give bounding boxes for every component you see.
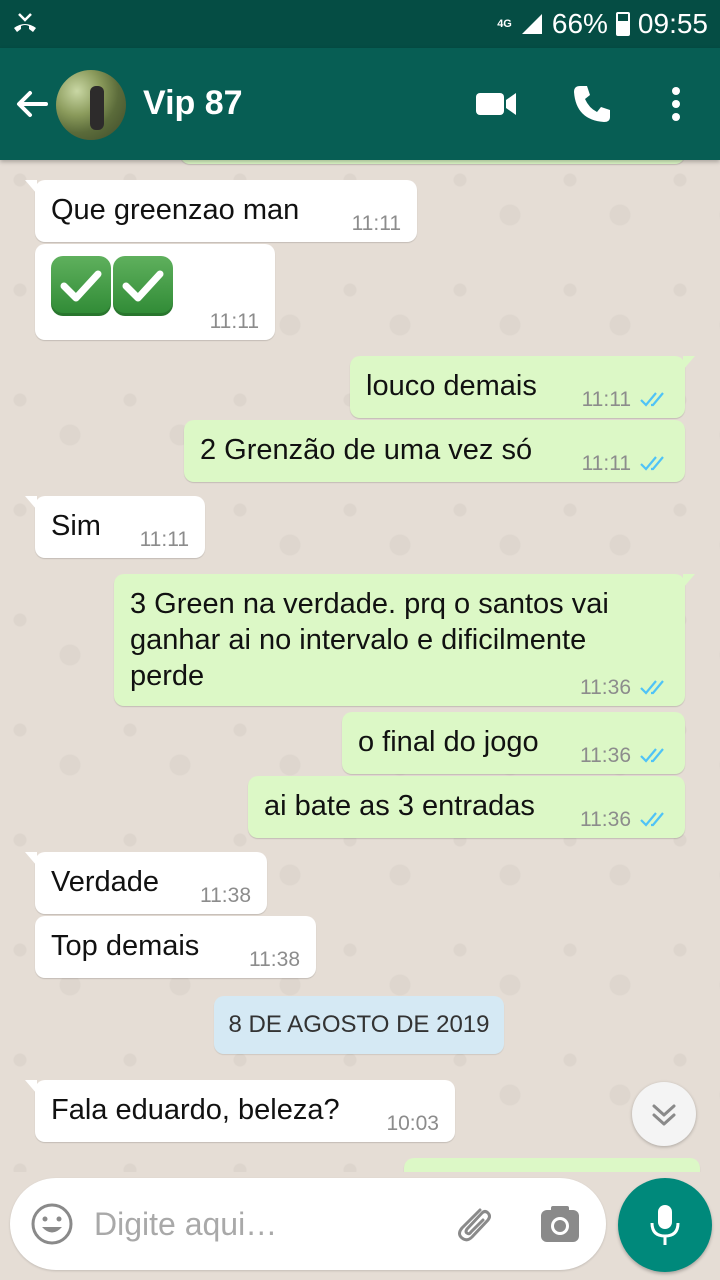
check-mark-emoji-icon	[51, 256, 111, 316]
battery-icon	[615, 12, 630, 36]
scroll-to-bottom-button[interactable]	[632, 1082, 696, 1146]
network-type-icon: 4G	[497, 17, 512, 30]
message-time: 11:11	[581, 388, 631, 411]
message-time: 11:36	[580, 808, 631, 831]
chat-area[interactable]: Que greenzao man 11:11 11:11 louco demai…	[0, 160, 720, 1172]
message-composer	[10, 1178, 606, 1270]
contact-name[interactable]: Vip 87	[143, 84, 243, 123]
message-time: 11:11	[351, 212, 401, 235]
message-text: Fala eduardo, beleza?	[51, 1094, 340, 1126]
message-bubble-outgoing[interactable]: louco demais 11:11	[350, 356, 695, 418]
status-bar: 4G 66% 09:55	[0, 0, 720, 48]
message-text: 3 Green na verdade. prq o santos vai gan…	[130, 588, 609, 692]
message-text: ai bate as 3 entradas	[264, 790, 535, 822]
message-time: 11:36	[580, 744, 631, 767]
message-bubble-outgoing[interactable]: 3 Green na verdade. prq o santos vai gan…	[114, 574, 695, 706]
date-separator: 8 DE AGOSTO DE 2019	[214, 996, 504, 1054]
voice-message-button[interactable]	[618, 1178, 712, 1272]
message-bubble-outgoing[interactable]: ai bate as 3 entradas 11:36	[248, 776, 685, 838]
chat-header: Vip 87	[0, 48, 720, 160]
message-bubble-partial[interactable]	[404, 1158, 700, 1172]
message-bubble-incoming[interactable]: Que greenzao man 11:11	[25, 180, 417, 242]
contact-avatar[interactable]	[56, 70, 126, 140]
phone-call-icon[interactable]	[570, 82, 614, 126]
check-mark-emoji-icon	[113, 256, 173, 316]
paperclip-icon[interactable]	[450, 1200, 498, 1248]
message-time: 11:11	[209, 310, 259, 333]
message-text: louco demais	[366, 370, 537, 402]
video-call-icon[interactable]	[474, 82, 518, 126]
battery-percent: 66%	[551, 8, 608, 39]
read-receipt-icon	[640, 680, 664, 695]
microphone-icon	[650, 1205, 680, 1245]
message-text: o final do jogo	[358, 726, 539, 758]
emoji-icon[interactable]	[30, 1202, 74, 1246]
message-text: Top demais	[51, 930, 200, 962]
message-text: Sim	[51, 510, 101, 542]
read-receipt-icon	[640, 748, 664, 763]
message-time: 11:11	[581, 452, 631, 475]
more-options-icon[interactable]	[654, 82, 698, 126]
message-time: 10:03	[386, 1112, 439, 1135]
message-time: 11:11	[139, 528, 189, 551]
message-bubble-incoming[interactable]: Sim 11:11	[25, 496, 205, 558]
message-bubble-outgoing[interactable]: 2 Grenzão de uma vez só 11:11	[184, 420, 685, 482]
camera-icon[interactable]	[538, 1202, 582, 1246]
clock: 09:55	[637, 8, 708, 39]
read-receipt-icon	[640, 392, 664, 407]
message-time: 11:38	[200, 884, 251, 907]
message-bubble-incoming[interactable]: 11:11	[35, 244, 275, 340]
missed-call-icon	[14, 13, 36, 32]
signal-icon	[521, 14, 542, 34]
read-receipt-icon	[640, 812, 664, 827]
message-time: 11:36	[580, 676, 631, 699]
message-text: Verdade	[51, 866, 160, 898]
message-bubble-partial[interactable]	[180, 160, 685, 164]
message-text: 2 Grenzão de uma vez só	[200, 434, 533, 466]
double-chevron-down-icon	[652, 1104, 676, 1126]
message-text: Que greenzao man	[51, 194, 300, 226]
message-bubble-incoming[interactable]: Fala eduardo, beleza? 10:03	[25, 1080, 455, 1142]
message-bubble-incoming[interactable]: Top demais 11:38	[35, 916, 316, 978]
read-receipt-icon	[640, 456, 664, 471]
message-time: 11:38	[249, 948, 300, 971]
message-bubble-outgoing[interactable]: o final do jogo 11:36	[342, 712, 685, 774]
message-bubble-incoming[interactable]: Verdade 11:38	[25, 852, 267, 914]
back-arrow-icon[interactable]	[12, 84, 52, 124]
message-input[interactable]	[94, 1200, 434, 1248]
